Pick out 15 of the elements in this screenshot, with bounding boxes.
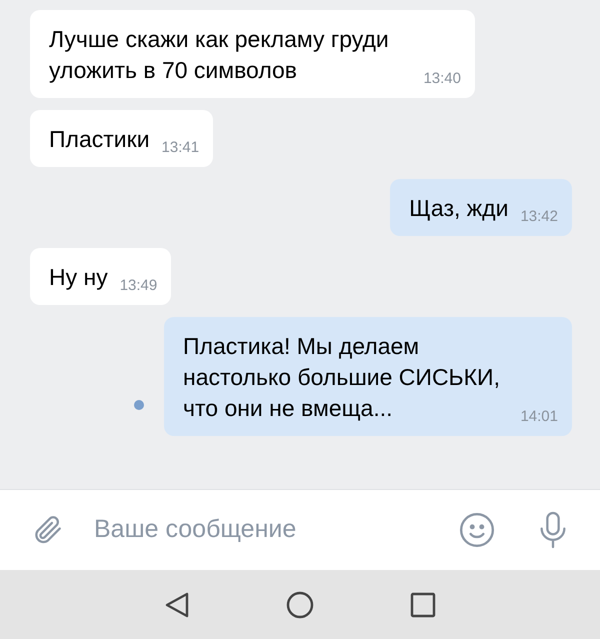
smiley-icon[interactable] (458, 511, 496, 549)
back-icon[interactable] (164, 590, 190, 618)
message-text: Лучше скажи как рекламу груди уложить в 70 символов (49, 25, 390, 85)
home-icon[interactable] (286, 590, 314, 618)
message-text: Щаз, жди (409, 194, 508, 223)
message-text: Пластики (49, 125, 150, 154)
message-time: 13:49 (120, 276, 158, 296)
message-text: Ну ну (49, 263, 108, 292)
message-text: Пластика! Мы делаем настолько большие СИСЬКИ, что они не вмеща... (183, 332, 501, 423)
recents-icon[interactable] (410, 592, 436, 618)
message-input[interactable]: Ваше сообщение (94, 511, 458, 549)
message-time: 13:42 (520, 206, 558, 226)
message-time: 13:41 (162, 138, 200, 158)
message-time: 13:40 (423, 68, 461, 88)
message-time: 14:01 (520, 406, 558, 426)
